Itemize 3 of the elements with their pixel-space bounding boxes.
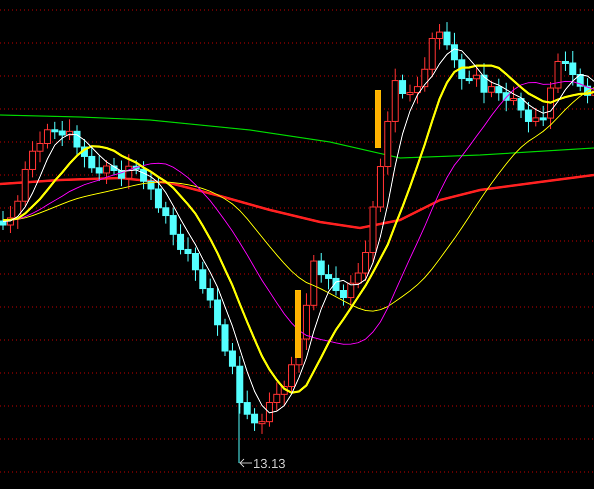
price-label: 13.13 — [253, 456, 286, 471]
signal-bar — [375, 90, 381, 148]
signal-bar — [295, 290, 301, 358]
